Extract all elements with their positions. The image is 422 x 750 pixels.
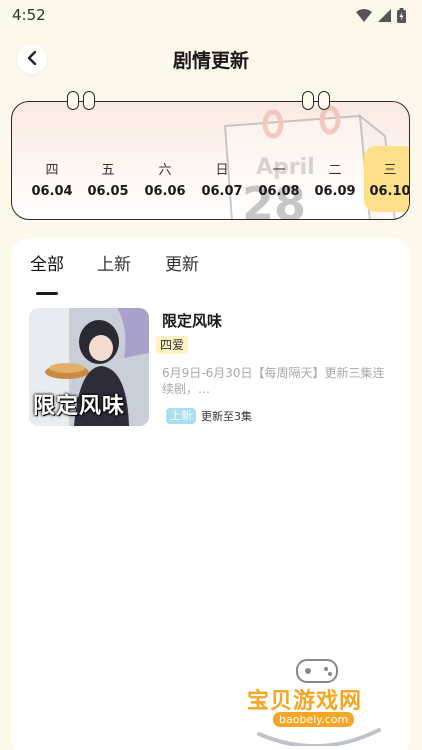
tab-updated[interactable]: 更新	[165, 250, 199, 275]
tab-all[interactable]: 全部	[30, 250, 64, 275]
day-weekday: 二	[328, 163, 342, 178]
watermark-text: 宝贝游戏网	[247, 689, 363, 714]
status-bar: 4:52	[0, 0, 422, 30]
day-weekday: 五	[101, 163, 115, 178]
status-badge: 上新	[166, 408, 196, 424]
list-item[interactable]: 限定风味 限定风味 四爱 6月9日-6月30日【每周隔天】更新三集连续剧，… 上…	[29, 308, 394, 428]
day-date: 06.10	[369, 184, 410, 199]
day-item-fri[interactable]: 五 06.05	[82, 146, 134, 212]
watermark-url: baobeiy.com	[273, 712, 355, 727]
site-watermark: 宝贝游戏网 baobeiy.com	[247, 656, 392, 746]
day-weekday: 一	[272, 163, 286, 178]
drama-cover[interactable]: 限定风味	[29, 308, 149, 426]
day-item-thu[interactable]: 四 06.04	[26, 146, 78, 212]
day-item-sun[interactable]: 日 06.07	[196, 146, 248, 212]
signal-icon	[378, 8, 391, 22]
battery-icon	[397, 7, 406, 23]
page-title: 剧情更新	[172, 50, 249, 72]
day-item-wed-selected[interactable]: 三 06.10	[364, 146, 410, 212]
day-weekday: 日	[215, 163, 229, 178]
tab-active-indicator	[36, 292, 58, 295]
calendar-ring	[302, 91, 314, 110]
day-date: 06.07	[201, 184, 243, 199]
status-time: 4:52	[12, 6, 46, 24]
day-date: 06.04	[31, 184, 73, 199]
tab-new[interactable]: 上新	[97, 250, 131, 275]
day-selector: 四 06.04 五 06.05 六 06.06 日 06.07 一 06.08 …	[26, 146, 410, 214]
day-date: 06.09	[314, 184, 356, 199]
day-weekday: 三	[383, 163, 397, 178]
day-date: 06.05	[87, 184, 129, 199]
day-date: 06.08	[258, 184, 300, 199]
day-date: 06.06	[144, 184, 186, 199]
day-weekday: 四	[45, 163, 59, 178]
update-progress: 更新至3集	[201, 410, 252, 423]
drama-description: 6月9日-6月30日【每周隔天】更新三集连续剧，…	[162, 366, 385, 396]
wifi-icon	[356, 8, 372, 22]
calendar-ring	[83, 91, 95, 110]
update-info: 上新 更新至3集	[166, 408, 252, 424]
genre-tag: 四爱	[156, 336, 189, 354]
day-item-sat[interactable]: 六 06.06	[139, 146, 191, 212]
calendar-strip: April 28 四 06.04 五 06.05 六 06.06 日 06.07…	[11, 101, 410, 220]
cover-title: 限定风味	[33, 394, 126, 419]
header: 剧情更新	[0, 40, 422, 80]
calendar-ring	[67, 91, 79, 110]
status-icons	[356, 7, 406, 23]
day-item-tue[interactable]: 二 06.09	[309, 146, 361, 212]
filter-tabs: 全部 上新 更新	[11, 250, 410, 295]
drama-title[interactable]: 限定风味	[162, 310, 222, 331]
day-weekday: 六	[158, 163, 172, 178]
day-item-mon[interactable]: 一 06.08	[253, 146, 305, 212]
calendar-ring	[318, 91, 330, 110]
